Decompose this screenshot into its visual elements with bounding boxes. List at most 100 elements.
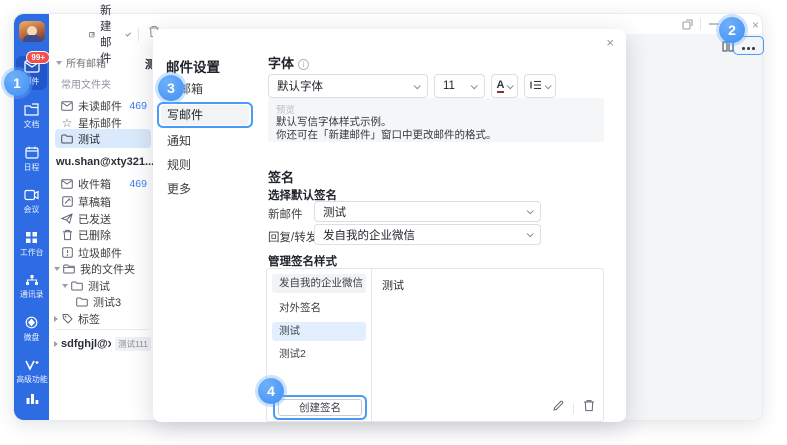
chevron-down-icon (507, 82, 514, 89)
compose-icon (89, 28, 95, 41)
advanced-features-icon (24, 359, 39, 371)
sidebar-item-stats[interactable] (16, 388, 47, 408)
font-section-heading: 字体i (268, 53, 309, 72)
chevron-down-icon (125, 31, 131, 37)
unread-mail-icon (61, 100, 73, 112)
font-family-value: 默认字体 (277, 78, 323, 94)
delete-signature-icon[interactable] (583, 399, 595, 417)
annotation-box-create-signature (273, 395, 367, 420)
folder-label: 测试 (88, 278, 110, 294)
expander-icon (54, 316, 58, 322)
folder-unread[interactable]: 未读邮件 469 (61, 97, 151, 114)
divider (573, 403, 574, 414)
expander-icon (56, 61, 62, 65)
preview-label: 预览 (276, 102, 596, 116)
sidebar-item-label: 通讯录 (20, 288, 43, 299)
list-format-icon (530, 77, 542, 95)
sidebar-item-docs[interactable]: 文档 (16, 99, 47, 133)
folder-my-folders[interactable]: 我的文件夹 (54, 260, 151, 277)
junk-icon (61, 247, 73, 259)
annotation-step-2: 2 (719, 17, 745, 43)
star-icon: ☆ (61, 117, 73, 129)
folder-label: 未读邮件 (78, 98, 122, 114)
chevron-down-icon (471, 82, 478, 89)
preview-line: 你还可在「新建邮件」窗口中更改邮件的格式。 (276, 129, 596, 142)
folder-icon (61, 133, 73, 145)
settings-menu-more[interactable]: 更多 (161, 179, 249, 199)
reply-signature-dropdown[interactable]: 发自我的企业微信 (314, 224, 541, 245)
meeting-icon (24, 189, 39, 201)
new-mail-signature-dropdown[interactable]: 测试 (314, 201, 541, 222)
app-window: 99+ 邮件 文档 日程 会议 工作台 通讯录 微盘 (13, 13, 763, 421)
settings-menu-notifications[interactable]: 通知 (161, 131, 249, 151)
preview-line: 默认写信字体样式示例。 (276, 116, 596, 129)
signature-item[interactable]: 对外签名 (272, 299, 366, 318)
close-modal-icon[interactable]: × (606, 35, 614, 50)
annotation-step-1: 1 (4, 70, 30, 96)
new-mail-signature-value: 测试 (323, 204, 346, 220)
annotation-step-3: 3 (158, 75, 184, 101)
folder-sub-test[interactable]: 测试 (62, 277, 151, 294)
inbox-icon (61, 178, 73, 190)
sidebar-item-label: 文档 (24, 118, 40, 129)
sidebar-item-contacts[interactable]: 通讯录 (16, 270, 47, 303)
sidebar-item-label: 微盘 (24, 331, 40, 342)
popout-icon[interactable] (682, 19, 693, 30)
annotation-step-4: 4 (258, 378, 284, 404)
folder-junk[interactable]: 垃圾邮件 (61, 244, 151, 261)
calendar-icon (25, 146, 39, 159)
sidebar-item-meeting[interactable]: 会议 (16, 185, 47, 218)
folder-sent[interactable]: 已发送 (61, 210, 151, 227)
font-color-button[interactable]: A (491, 74, 518, 98)
folder-label: 测试 (78, 131, 100, 147)
folder-test-selected[interactable]: 测试 (55, 129, 151, 148)
sent-icon (61, 213, 73, 225)
settings-menu-rules[interactable]: 规则 (161, 155, 249, 175)
divider (55, 329, 149, 330)
all-mailboxes-toggle[interactable]: 所有邮箱 (56, 54, 151, 71)
all-mailboxes-label: 所有邮箱 (66, 55, 106, 70)
drive-icon (25, 316, 38, 329)
folder-label: 标签 (78, 311, 100, 327)
reply-forward-label: 回复/转发 (268, 229, 317, 245)
font-size-dropdown[interactable]: 11 (434, 74, 485, 98)
folder-label: 测试3 (93, 294, 121, 310)
sidebar-item-workbench[interactable]: 工作台 (16, 227, 47, 261)
font-family-dropdown[interactable]: 默认字体 (268, 74, 428, 98)
drafts-icon (61, 196, 73, 208)
signature-item[interactable]: 发自我的企业微信 (272, 274, 366, 293)
expander-icon (54, 267, 60, 271)
maillist-title-fragment: 测 (145, 56, 152, 72)
folder-inbox[interactable]: 收件箱 469 (61, 175, 151, 192)
folder-label: 收件箱 (78, 176, 111, 192)
sidebar-item-advanced[interactable]: 高级功能 (16, 355, 47, 388)
account-header-2[interactable]: sdfghjl@xt... 测试111 (54, 335, 151, 352)
reply-signature-value: 发自我的企业微信 (323, 227, 415, 243)
folder-drafts[interactable]: 草稿箱 (61, 193, 151, 210)
close-window-icon[interactable]: × (752, 18, 759, 32)
font-color-letter: A (497, 80, 505, 93)
folder-sub-test3[interactable]: 测试3 (76, 293, 151, 310)
edit-signature-icon[interactable] (552, 399, 564, 417)
avatar[interactable] (19, 21, 45, 42)
list-format-button[interactable] (524, 74, 556, 98)
account-header-1[interactable]: wu.shan@xty321.... (56, 156, 157, 168)
sidebar-item-calendar[interactable]: 日程 (16, 142, 47, 176)
account-badge: 测试111 (115, 337, 151, 351)
chevron-down-icon (527, 207, 534, 214)
signature-item-selected[interactable]: 测试 (272, 322, 366, 341)
inbox-count: 469 (129, 178, 151, 190)
folder-deleted[interactable]: 已删除 (61, 226, 151, 243)
mail-settings-modal: × 邮件设置 收邮箱 写邮件 通知 规则 更多 字体i 默认字体 11 A (153, 29, 626, 422)
folder-tags[interactable]: 标签 (54, 310, 151, 327)
docs-icon (24, 103, 39, 116)
trash-icon (61, 229, 73, 241)
signature-section-heading: 签名 (268, 167, 294, 186)
unread-badge: 99+ (26, 51, 50, 64)
more-icon (741, 37, 756, 55)
signature-item[interactable]: 测试2 (272, 345, 366, 364)
minimize-icon[interactable] (709, 23, 719, 25)
chevron-down-icon (527, 230, 534, 237)
expander-icon (54, 341, 58, 347)
sidebar-item-drive[interactable]: 微盘 (16, 312, 47, 346)
